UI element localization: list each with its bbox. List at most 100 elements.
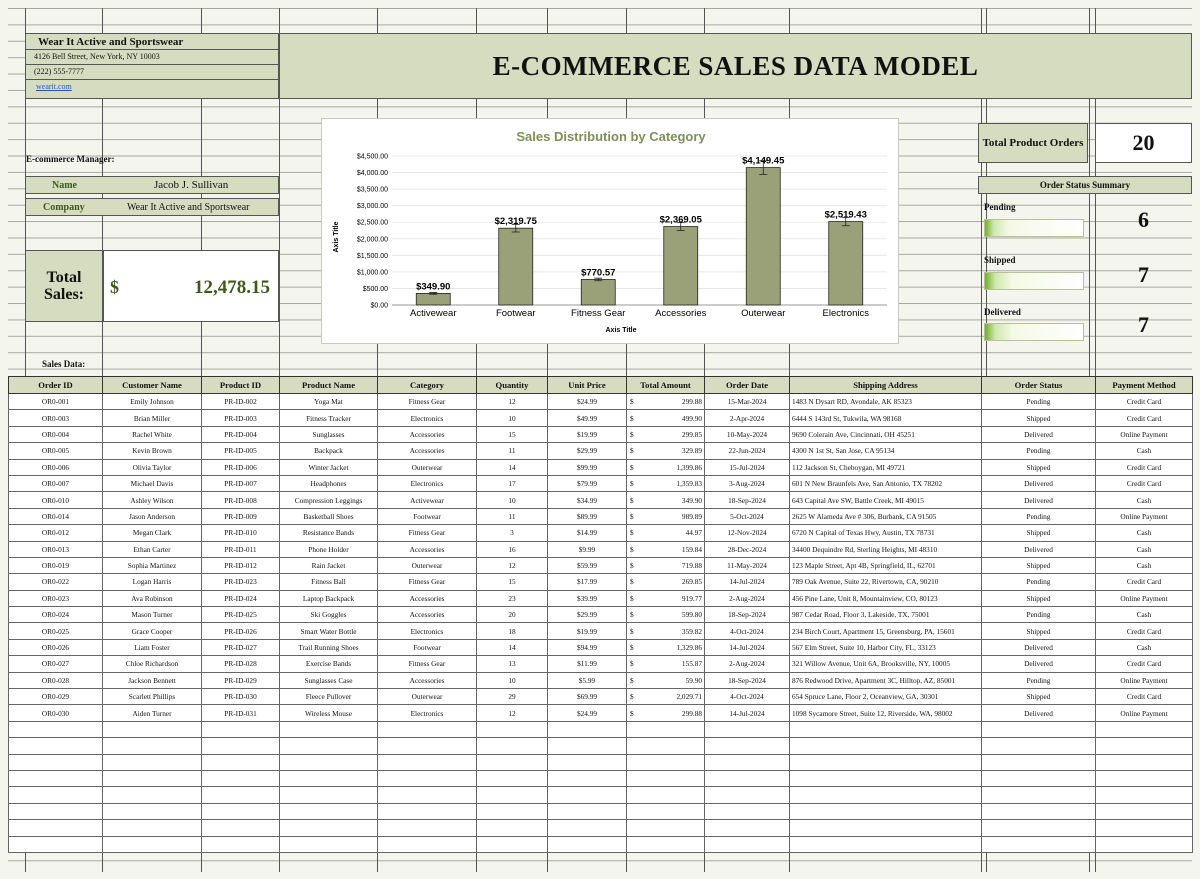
empty-cell[interactable] [547, 835, 627, 853]
table-cell[interactable]: OR0-001 [8, 392, 103, 411]
table-cell[interactable]: Logan Harris [102, 573, 202, 591]
table-cell[interactable]: 123 Maple Street, Apt 4B, Springfield, I… [789, 556, 982, 575]
empty-cell[interactable] [377, 835, 477, 853]
table-cell[interactable]: PR-ID-024 [201, 589, 280, 608]
empty-cell[interactable] [201, 720, 280, 739]
table-cell[interactable]: $24.99 [547, 704, 627, 722]
empty-cell[interactable] [626, 753, 705, 771]
empty-cell[interactable] [704, 835, 790, 853]
table-cell[interactable]: Sunglasses Case [279, 671, 378, 690]
empty-cell[interactable] [704, 802, 790, 821]
table-cell[interactable]: 4-Oct-2024 [704, 688, 790, 706]
empty-cell[interactable] [279, 835, 378, 853]
table-cell[interactable]: Ava Robinson [102, 589, 202, 608]
table-cell[interactable]: 23 [476, 589, 548, 608]
table-cell[interactable]: $49.99 [547, 409, 627, 427]
table-cell[interactable]: OR0-013 [8, 540, 103, 558]
empty-cell[interactable] [102, 786, 202, 804]
column-header[interactable]: Shipping Address [789, 376, 982, 394]
table-cell[interactable]: Cash [1095, 606, 1193, 624]
table-cell[interactable]: Mason Turner [102, 606, 202, 624]
table-cell[interactable]: Shipped [981, 409, 1096, 427]
table-cell[interactable]: Laptop Backpack [279, 589, 378, 608]
empty-cell[interactable] [377, 753, 477, 771]
table-cell[interactable]: Fitness Gear [377, 655, 477, 673]
table-cell[interactable]: Michael Davis [102, 474, 202, 493]
table-cell[interactable]: 10 [476, 671, 548, 690]
table-cell[interactable]: 112 Jackson St, Cheboygan, MI 49721 [789, 458, 982, 476]
empty-cell[interactable] [201, 819, 280, 837]
table-cell[interactable]: PR-ID-029 [201, 671, 280, 690]
table-cell[interactable]: Pending [981, 671, 1096, 690]
table-cell[interactable]: $719.88 [626, 556, 705, 575]
table-cell[interactable]: Outerwear [377, 556, 477, 575]
table-cell[interactable]: Pending [981, 442, 1096, 460]
table-cell[interactable]: $19.99 [547, 425, 627, 444]
table-cell[interactable]: Activewear [377, 491, 477, 509]
column-header[interactable]: Total Amount [626, 376, 705, 394]
column-header[interactable]: Order ID [8, 376, 103, 394]
table-cell[interactable]: Credit Card [1095, 573, 1193, 591]
empty-cell[interactable] [476, 786, 548, 804]
empty-cell[interactable] [1095, 720, 1193, 739]
empty-cell[interactable] [201, 835, 280, 853]
table-cell[interactable]: 234 Birch Court, Apartment 15, Greensbur… [789, 622, 982, 640]
empty-cell[interactable] [1095, 835, 1193, 853]
table-cell[interactable]: OR0-005 [8, 442, 103, 460]
table-cell[interactable]: Rain Jacket [279, 556, 378, 575]
table-cell[interactable]: 601 N New Braunfels Ave, San Antonio, TX… [789, 474, 982, 493]
table-cell[interactable]: Cash [1095, 540, 1193, 558]
column-header[interactable]: Quantity [476, 376, 548, 394]
table-cell[interactable]: Basketball Shoes [279, 507, 378, 526]
table-cell[interactable]: Shipped [981, 589, 1096, 608]
table-cell[interactable]: Yoga Mat [279, 392, 378, 411]
empty-cell[interactable] [1095, 753, 1193, 771]
table-row[interactable]: OR0-024 Mason Turner PR-ID-025 Ski Goggles A… [8, 606, 1193, 624]
table-cell[interactable]: Shipped [981, 556, 1096, 575]
table-cell[interactable]: $59.99 [547, 556, 627, 575]
empty-row[interactable] [8, 786, 1193, 804]
company-website-link[interactable]: wearit.com [36, 82, 72, 91]
table-cell[interactable]: PR-ID-009 [201, 507, 280, 526]
column-header[interactable]: Unit Price [547, 376, 627, 394]
table-cell[interactable]: $919.77 [626, 589, 705, 608]
table-cell[interactable]: OR0-003 [8, 409, 103, 427]
table-cell[interactable]: Shipped [981, 622, 1096, 640]
table-cell[interactable]: Ashley Wilson [102, 491, 202, 509]
table-cell[interactable]: Online Payment [1095, 507, 1193, 526]
table-cell[interactable]: PR-ID-012 [201, 556, 280, 575]
table-cell[interactable]: Outerwear [377, 458, 477, 476]
table-cell[interactable]: Wireless Mouse [279, 704, 378, 722]
table-cell[interactable]: 14-Jul-2024 [704, 704, 790, 722]
empty-cell[interactable] [789, 835, 982, 853]
table-row[interactable]: OR0-003 Brian Miller PR-ID-003 Fitness Trac… [8, 409, 1193, 427]
table-cell[interactable]: Cash [1095, 638, 1193, 657]
table-cell[interactable]: $5.99 [547, 671, 627, 690]
table-cell[interactable]: Footwear [377, 507, 477, 526]
table-cell[interactable]: OR0-025 [8, 622, 103, 640]
table-cell[interactable]: $69.99 [547, 688, 627, 706]
empty-cell[interactable] [1095, 737, 1193, 755]
table-cell[interactable]: Scarlett Phillips [102, 688, 202, 706]
table-cell[interactable]: $299.88 [626, 704, 705, 722]
table-cell[interactable]: Ski Goggles [279, 606, 378, 624]
table-row[interactable]: OR0-013 Ethan Carter PR-ID-011 Phone Holder… [8, 540, 1193, 558]
table-cell[interactable]: PR-ID-010 [201, 524, 280, 542]
chart-bar[interactable] [828, 221, 864, 306]
empty-cell[interactable] [102, 835, 202, 853]
table-row[interactable]: OR0-029 Scarlett Phillips PR-ID-030 Fleece … [8, 688, 1193, 706]
table-cell[interactable]: Smart Water Bottle [279, 622, 378, 640]
column-header[interactable]: Category [377, 376, 477, 394]
empty-cell[interactable] [476, 802, 548, 821]
empty-cell[interactable] [626, 835, 705, 853]
empty-cell[interactable] [201, 786, 280, 804]
table-cell[interactable]: $17.99 [547, 573, 627, 591]
chart-bar[interactable] [498, 227, 534, 306]
table-cell[interactable]: Fitness Gear [377, 524, 477, 542]
table-row[interactable]: OR0-005 Kevin Brown PR-ID-005 Backpack Acces… [8, 442, 1193, 460]
table-cell[interactable]: Resistance Bands [279, 524, 378, 542]
empty-cell[interactable] [8, 802, 103, 821]
table-cell[interactable]: $9.99 [547, 540, 627, 558]
chart-bar[interactable] [745, 167, 781, 306]
table-cell[interactable]: Megan Clark [102, 524, 202, 542]
